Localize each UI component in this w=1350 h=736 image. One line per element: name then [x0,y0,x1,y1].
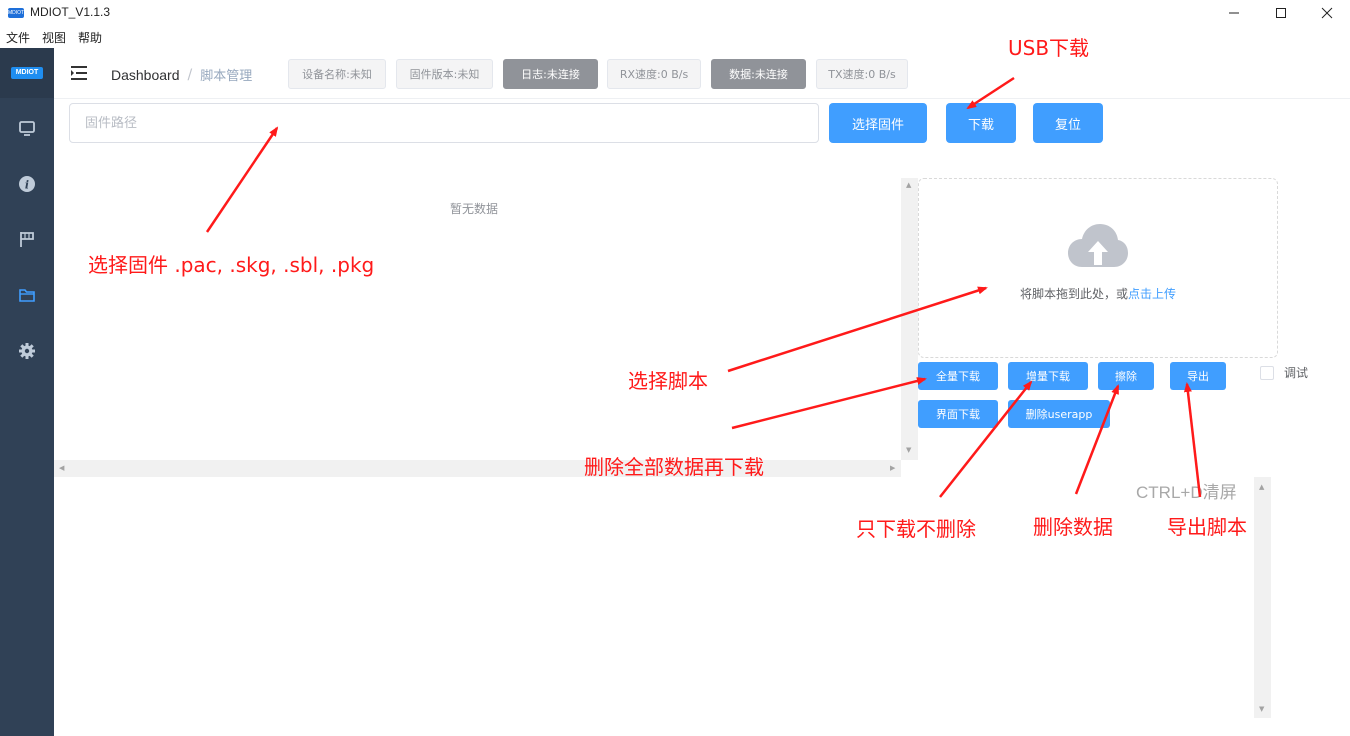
close-button[interactable] [1304,0,1350,26]
breadcrumb: Dashboard / 脚本管理 [111,65,253,85]
close-icon [1321,7,1333,19]
annotation-select-script: 选择脚本 [628,369,708,393]
maximize-icon [1276,8,1286,18]
sidebar-item-settings[interactable] [0,331,54,371]
cloud-upload-icon [1068,224,1128,267]
sidebar: MDIOT i [0,48,54,736]
flag-icon [20,232,34,247]
app-window: MDIOT MDIOT_V1.1.3 文件 视图 帮助 MDIOT i Dash… [0,0,1350,736]
usb-download-button[interactable]: 下载 [946,103,1016,143]
hamburger-icon [71,66,87,80]
menu-help[interactable]: 帮助 [72,28,108,48]
rx-speed-status: RX速度:0 B/s [607,59,701,89]
log-connect-button[interactable]: 日志:未连接 [503,59,598,89]
script-upload-dropzone[interactable]: 将脚本拖到此处，或点击上传 [918,178,1278,358]
log-clear-hint: CTRL+D清屏 [1136,483,1237,502]
svg-text:i: i [25,179,29,192]
sidebar-item-monitor[interactable] [0,108,54,148]
debug-checkbox[interactable] [1260,365,1274,380]
annotation-only-download: 只下载不删除 [856,517,976,541]
gear-icon [19,343,35,359]
info-icon: i [19,176,35,192]
device-name-status[interactable]: 设备名称:未知 [288,59,386,89]
breadcrumb-separator: / [187,66,193,83]
firmware-path-input[interactable] [69,103,819,143]
script-table: 暂无数据 [54,160,918,477]
folder-icon [19,289,35,302]
scroll-right-icon[interactable]: ▶ [890,464,895,472]
delete-userapp-button[interactable]: 删除userapp [1008,400,1110,428]
minimize-icon [1229,12,1239,14]
reset-button[interactable]: 复位 [1033,103,1103,143]
ui-download-button[interactable]: 界面下载 [918,400,998,428]
title-bar: MDIOT MDIOT_V1.1.3 [0,0,1350,26]
header: Dashboard / 脚本管理 设备名称:未知 固件版本:未知 日志:未连接 … [54,48,1350,99]
table-horizontal-scrollbar[interactable]: ◀ ▶ [54,460,901,477]
export-button[interactable]: 导出 [1170,362,1226,390]
annotation-delete-data: 删除数据 [1033,515,1113,539]
menu-view[interactable]: 视图 [36,28,72,48]
app-icon: MDIOT [8,8,25,18]
maximize-button[interactable] [1258,0,1304,26]
annotation-select-firmware: 选择固件 .pac, .skg, .sbl, .pkg [88,253,375,277]
tx-speed-status: TX速度:0 B/s [816,59,908,89]
table-vertical-scrollbar[interactable]: ▲ ▼ [901,178,918,460]
upload-hint: 将脚本拖到此处，或点击上传 [919,285,1277,302]
scroll-down-icon[interactable]: ▼ [906,446,911,454]
log-scrollbar[interactable]: ▲ ▼ [1254,477,1271,718]
scroll-left-icon[interactable]: ◀ [59,464,64,472]
table-empty-text: 暂无数据 [450,202,499,216]
debug-label: 调试 [1284,366,1309,380]
data-connect-button[interactable]: 数据:未连接 [711,59,806,89]
hamburger-button[interactable] [70,65,88,81]
sidebar-item-flag[interactable] [0,219,54,259]
annotation-delete-all: 删除全部数据再下载 [584,455,764,479]
sidebar-item-folder[interactable] [0,275,54,315]
annotation-usb-download: USB下载 [1008,36,1090,60]
breadcrumb-current: 脚本管理 [200,69,253,84]
logo-area: MDIOT [0,48,54,98]
scroll-up-icon[interactable]: ▲ [906,181,911,189]
minimize-button[interactable] [1211,0,1257,26]
debug-checkbox-group[interactable]: 调试 [1260,364,1308,381]
log-scroll-down-icon[interactable]: ▼ [1259,705,1264,713]
erase-button[interactable]: 擦除 [1098,362,1154,390]
monitor-icon [19,121,35,136]
log-scroll-up-icon[interactable]: ▲ [1259,483,1264,491]
breadcrumb-home[interactable]: Dashboard [111,67,180,83]
annotation-export-script: 导出脚本 [1167,515,1247,539]
menu-file[interactable]: 文件 [0,28,36,48]
upload-click-link[interactable]: 点击上传 [1128,287,1176,301]
upload-hint-text: 将脚本拖到此处，或 [1019,287,1128,301]
window-title: MDIOT_V1.1.3 [30,5,111,19]
full-download-button[interactable]: 全量下载 [918,362,998,390]
firmware-version-status[interactable]: 固件版本:未知 [396,59,493,89]
logo: MDIOT [11,67,43,79]
select-firmware-button[interactable]: 选择固件 [829,103,927,143]
incremental-download-button[interactable]: 增量下载 [1008,362,1088,390]
sidebar-item-info[interactable]: i [0,164,54,204]
menu-bar: 文件 视图 帮助 [0,28,108,48]
